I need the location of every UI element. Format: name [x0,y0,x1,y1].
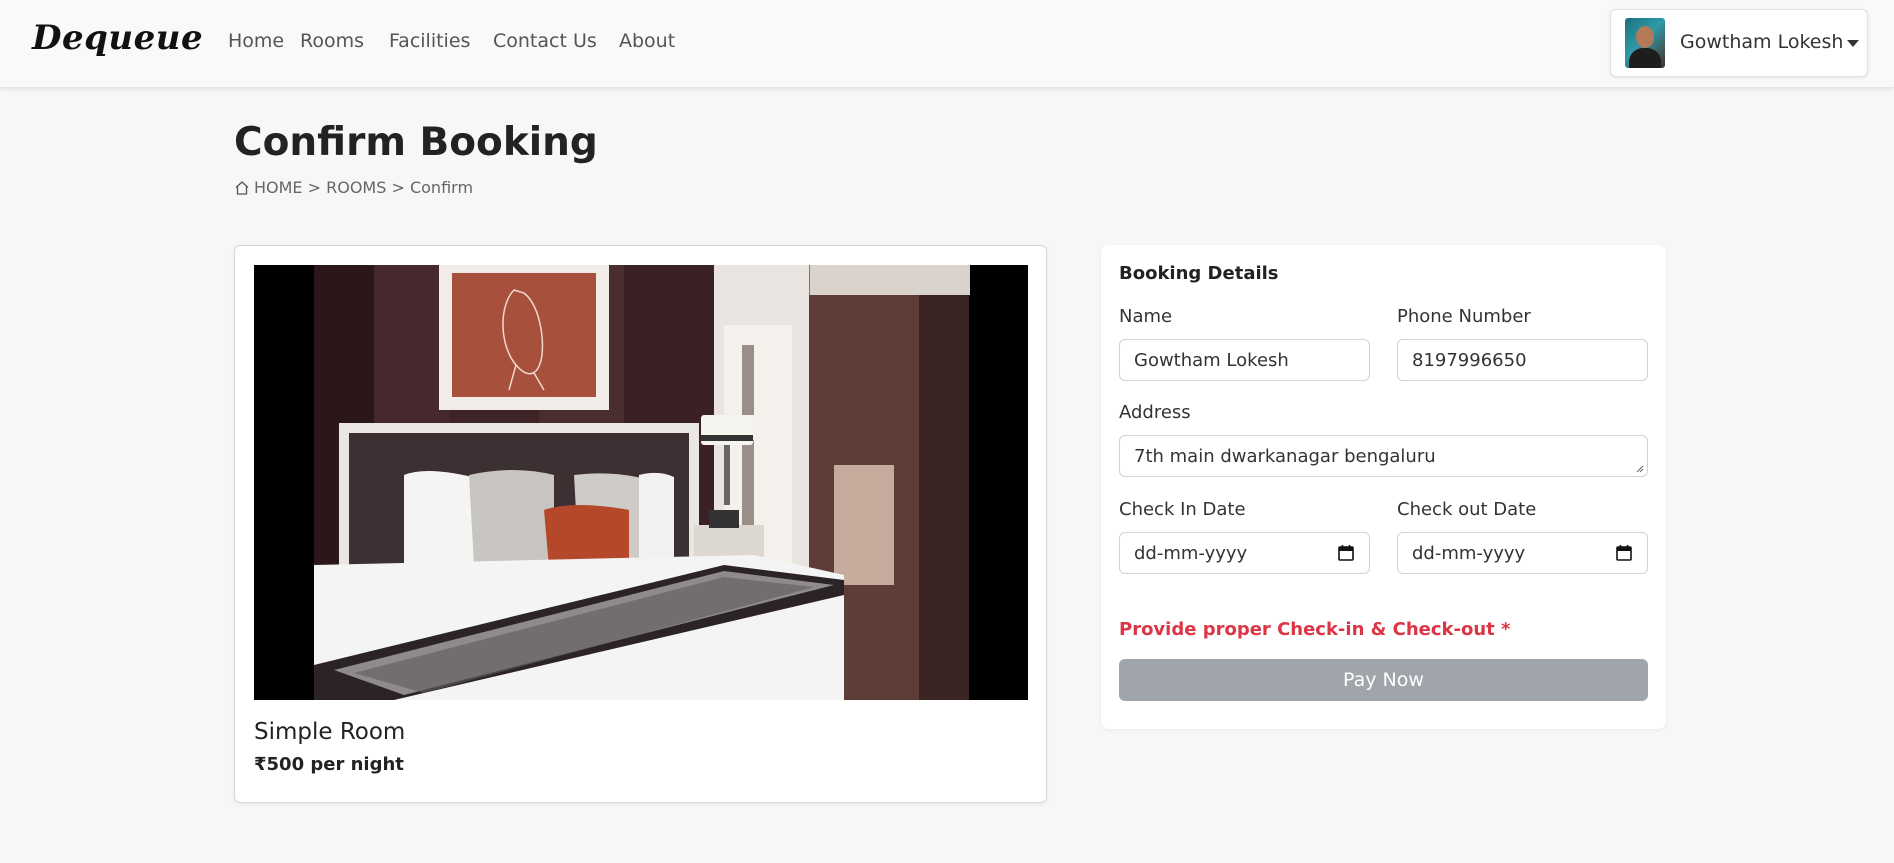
room-card: Simple Room ₹500 per night [234,245,1047,803]
booking-details-title: Booking Details [1119,263,1279,284]
calendar-icon[interactable] [1337,544,1355,562]
breadcrumb: HOME > ROOMS > Confirm [234,178,473,197]
avatar [1625,18,1665,68]
breadcrumb-rooms[interactable]: ROOMS [326,178,386,197]
address-label: Address [1119,402,1191,423]
phone-field[interactable]: 8197996650 [1397,339,1648,381]
brand-logo[interactable]: Dequeue [32,18,203,58]
address-field[interactable]: 7th main dwarkanagar bengaluru [1119,435,1648,477]
breadcrumb-separator: > [386,178,410,197]
user-name: Gowtham Lokesh [1680,31,1844,53]
navbar: Dequeue Home Rooms Facilities Contact Us… [0,0,1894,87]
nav-contact-us[interactable]: Contact Us [493,30,597,52]
checkout-date-input[interactable]: dd-mm-yyyy [1397,532,1648,574]
chevron-down-icon [1847,40,1859,47]
home-icon [235,180,249,195]
breadcrumb-separator: > [302,178,327,197]
checkin-placeholder: dd-mm-yyyy [1134,542,1248,564]
room-price: ₹500 per night [254,754,404,775]
checkin-label: Check In Date [1119,499,1246,520]
checkout-placeholder: dd-mm-yyyy [1412,542,1526,564]
booking-details-card: Booking Details Name Gowtham Lokesh Phon… [1101,245,1666,729]
checkin-date-input[interactable]: dd-mm-yyyy [1119,532,1370,574]
breadcrumb-home[interactable]: HOME [254,178,303,197]
phone-label: Phone Number [1397,306,1531,327]
address-value: 7th main dwarkanagar bengaluru [1134,445,1436,467]
name-value: Gowtham Lokesh [1134,349,1289,371]
breadcrumb-current: Confirm [409,178,474,197]
calendar-icon[interactable] [1615,544,1633,562]
user-menu-button[interactable]: Gowtham Lokesh [1610,9,1868,77]
nav-rooms[interactable]: Rooms [300,30,364,52]
pay-now-button[interactable]: Pay Now [1119,659,1648,701]
date-error-message: Provide proper Check-in & Check-out * [1119,619,1511,640]
nav-about[interactable]: About [619,30,675,52]
nav-facilities[interactable]: Facilities [389,30,470,52]
name-field[interactable]: Gowtham Lokesh [1119,339,1370,381]
room-name: Simple Room [254,719,406,745]
room-image [254,265,1028,700]
checkout-label: Check out Date [1397,499,1537,520]
nav-home[interactable]: Home [228,30,284,52]
page-title: Confirm Booking [234,120,598,165]
phone-value: 8197996650 [1412,349,1527,371]
name-label: Name [1119,306,1173,327]
resize-handle-icon[interactable] [1634,463,1644,473]
